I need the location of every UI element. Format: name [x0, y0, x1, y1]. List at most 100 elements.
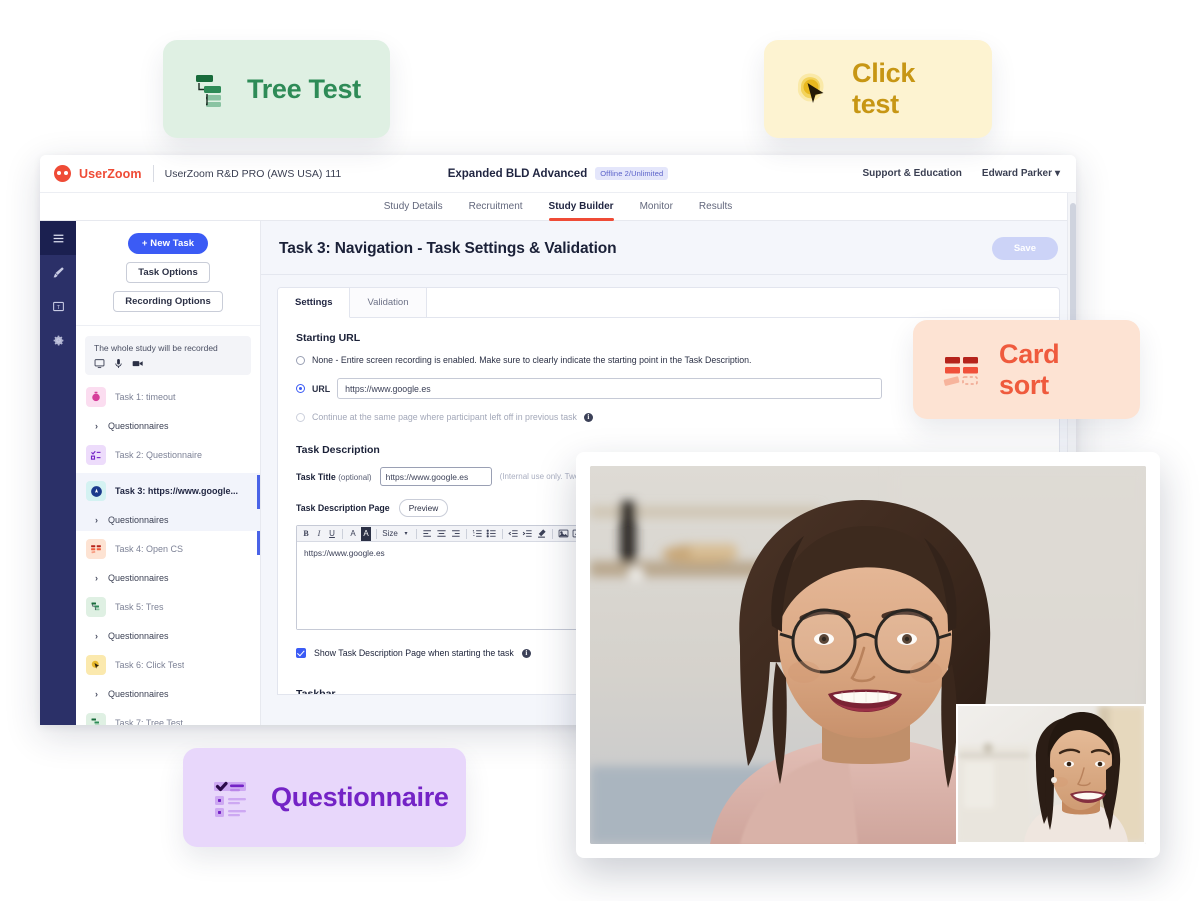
card-sort-icon — [943, 356, 978, 386]
questionnaires-label: Questionnaires — [108, 689, 169, 700]
questionnaires-label: Questionnaires — [108, 515, 169, 526]
tab-validation[interactable]: Validation — [350, 288, 427, 317]
info-icon[interactable]: i — [521, 648, 531, 658]
task-options-button[interactable]: Task Options — [126, 262, 210, 283]
brand[interactable]: UserZoom — [40, 165, 142, 182]
task-title-optional: (optional) — [338, 472, 372, 482]
support-education-link[interactable]: Support & Education — [862, 168, 961, 179]
feature-card-questionnaire[interactable]: Questionnaire — [183, 748, 466, 847]
task-questionnaires-row[interactable]: › Questionnaires — [76, 625, 260, 647]
feature-card-tree-test[interactable]: Tree Test — [163, 40, 390, 138]
screenshot-root: UserZoom UserZoom R&D PRO (AWS USA) 111 … — [0, 0, 1200, 901]
task-list-item[interactable]: Task 5: Tres — [76, 589, 260, 625]
task-questionnaires-row[interactable]: › Questionnaires — [76, 509, 260, 532]
divider — [152, 165, 154, 182]
eraser-icon[interactable] — [536, 528, 547, 539]
info-icon[interactable]: i — [583, 412, 593, 422]
description-page-label: Task Description Page — [296, 503, 390, 513]
navigation-icon — [86, 481, 106, 502]
task-list-item[interactable]: Task 7: Tree Test — [76, 705, 260, 725]
main-nav-tabs: Study Details Recruitment Study Builder … — [40, 193, 1076, 221]
tab-settings[interactable]: Settings — [278, 288, 351, 318]
preview-button[interactable]: Preview — [398, 499, 449, 517]
align-left-icon[interactable] — [422, 528, 433, 539]
tree-test-icon — [196, 75, 221, 107]
rail-list-icon[interactable] — [40, 221, 76, 255]
tab-study-builder[interactable]: Study Builder — [548, 193, 614, 221]
recording-icon-set — [94, 358, 242, 369]
task-label: Task 3: https://www.google... — [115, 486, 239, 497]
align-center-icon[interactable] — [436, 528, 447, 539]
task-label: Task 5: Tres — [115, 602, 164, 613]
radio-continue[interactable] — [296, 412, 305, 422]
tab-monitor[interactable]: Monitor — [640, 193, 673, 221]
recording-options-button[interactable]: Recording Options — [113, 291, 223, 312]
task-label: Task 1: timeout — [115, 392, 176, 403]
feature-card-label: Card sort — [999, 338, 1060, 400]
size-dropdown[interactable]: Size — [382, 527, 398, 541]
rail-brush-icon[interactable] — [40, 255, 76, 289]
recording-note: The whole study will be recorded — [85, 336, 251, 376]
left-icon-rail: T — [40, 221, 76, 725]
feature-card-label: Click test — [852, 58, 916, 119]
tab-results[interactable]: Results — [699, 193, 732, 221]
divider — [466, 528, 467, 539]
userzoom-logo-icon — [54, 165, 71, 182]
pane-header: Task 3: Navigation - Task Settings & Val… — [261, 221, 1076, 275]
card-sort-icon — [86, 539, 106, 560]
text-color-icon[interactable]: A — [348, 527, 358, 541]
task-questionnaires-row[interactable]: › Questionnaires — [76, 567, 260, 589]
task-list-item[interactable]: Task 4: Open CS — [76, 531, 260, 567]
moderator-video-image — [958, 706, 1144, 842]
chevron-down-icon: ▾ — [1054, 168, 1060, 179]
task-questionnaires-row[interactable]: › Questionnaires — [76, 415, 260, 437]
screen-icon — [94, 359, 105, 369]
save-button[interactable]: Save — [991, 237, 1058, 260]
page-title: Task 3: Navigation - Task Settings & Val… — [279, 239, 617, 257]
indent-icon[interactable] — [522, 528, 533, 539]
tree-test-icon — [86, 713, 106, 725]
starting-url-input[interactable] — [337, 378, 883, 399]
task-label: Task 4: Open CS — [115, 544, 184, 555]
task-questionnaires-row[interactable]: › Questionnaires — [76, 683, 260, 705]
video-pip-feed[interactable] — [956, 704, 1146, 844]
outdent-icon[interactable] — [508, 528, 519, 539]
new-task-button[interactable]: + New Task — [127, 233, 209, 254]
chevron-down-icon[interactable]: ▾ — [401, 527, 411, 541]
radio-none[interactable] — [296, 355, 305, 365]
rail-text-box-icon[interactable]: T — [40, 289, 76, 323]
underline-icon[interactable]: U — [327, 527, 337, 541]
task-label: Task 2: Questionnaire — [115, 450, 203, 461]
questionnaires-label: Questionnaires — [108, 421, 169, 432]
task-list-item[interactable]: Task 1: timeout — [76, 379, 260, 415]
feature-card-card-sort[interactable]: Card sort — [913, 320, 1140, 419]
task-label: Task 7: Tree Test — [115, 718, 183, 725]
task-list-item-selected[interactable]: Task 3: https://www.google... — [76, 473, 260, 556]
align-right-icon[interactable] — [450, 528, 461, 539]
tab-recruitment[interactable]: Recruitment — [469, 193, 523, 221]
feature-card-click-test[interactable]: Click test — [764, 40, 992, 138]
task-list-item[interactable]: Task 2: Questionnaire — [76, 437, 260, 473]
radio-url[interactable] — [296, 384, 305, 393]
show-description-checkbox[interactable] — [296, 648, 306, 658]
task-list-item[interactable]: Task 6: Click Test — [76, 647, 260, 683]
tree-test-icon — [86, 597, 106, 618]
radio-none-label: None - Entire screen recording is enable… — [312, 355, 752, 365]
image-icon[interactable] — [558, 528, 569, 539]
task-title-input[interactable] — [379, 467, 492, 486]
tab-study-details[interactable]: Study Details — [384, 193, 443, 221]
video-call-panel — [576, 452, 1160, 858]
settings-card-tabs: Settings Validation — [278, 288, 1059, 318]
ordered-list-icon[interactable] — [472, 528, 483, 539]
rail-gear-icon[interactable] — [40, 323, 76, 357]
highlight-color-icon[interactable]: A — [361, 526, 371, 541]
unordered-list-icon[interactable] — [486, 528, 497, 539]
chevron-right-icon: › — [95, 515, 98, 526]
task-label: Task 6: Click Test — [115, 660, 185, 671]
italic-icon[interactable]: I — [314, 527, 324, 541]
bold-icon[interactable]: B — [301, 527, 311, 541]
divider — [502, 528, 503, 539]
chevron-right-icon: › — [95, 631, 98, 642]
chevron-right-icon: › — [95, 421, 98, 432]
user-menu[interactable]: Edward Parker ▾ — [982, 168, 1060, 179]
